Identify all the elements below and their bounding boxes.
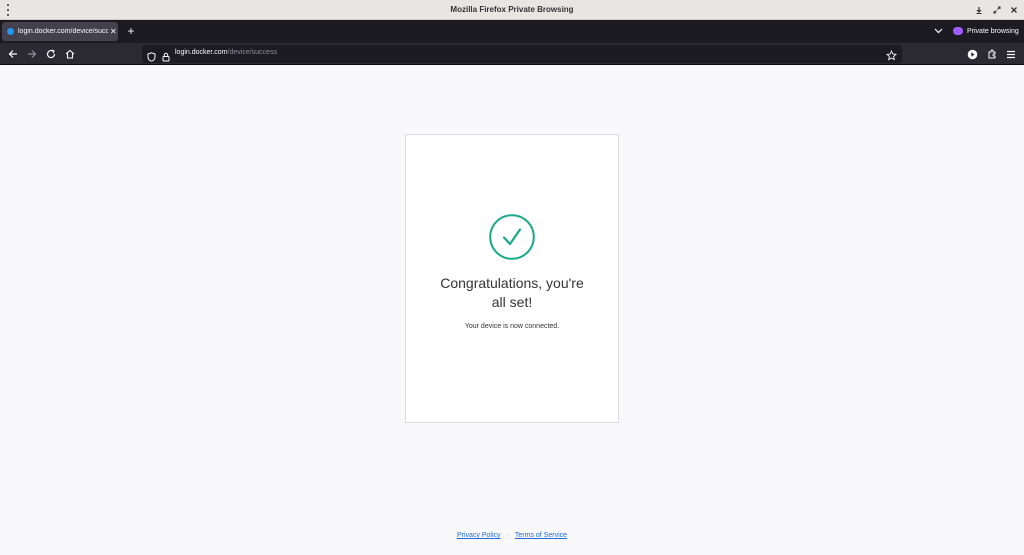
menu-dots-icon[interactable] <box>6 4 10 16</box>
navigation-toolbar: login.docker.com/device/success <box>0 43 1024 65</box>
url-path: /device/success <box>227 49 277 56</box>
url-domain: login.docker.com <box>175 49 228 56</box>
address-bar[interactable]: login.docker.com/device/success <box>142 45 902 63</box>
chevron-down-icon[interactable] <box>932 25 944 37</box>
tab-docker-login[interactable]: login.docker.com/device/success ✕ <box>2 22 118 41</box>
docker-favicon-icon <box>7 28 14 35</box>
private-mask-icon <box>953 27 963 35</box>
url-text[interactable]: login.docker.com/device/success <box>175 49 277 56</box>
close-icon[interactable] <box>1007 3 1021 17</box>
page-footer: Privacy Policy · Terms of Service <box>0 532 1024 539</box>
new-tab-button[interactable]: + <box>124 23 138 39</box>
private-browsing-label: Private browsing <box>967 27 1019 35</box>
home-icon[interactable] <box>63 47 77 61</box>
success-headline: Congratulations, you're all set! <box>440 275 584 310</box>
success-card: Congratulations, you're all set! Your de… <box>405 134 619 423</box>
tab-close-icon[interactable]: ✕ <box>110 27 117 36</box>
privacy-policy-link[interactable]: Privacy Policy <box>457 532 501 539</box>
window-titlebar: Mozilla Firefox Private Browsing <box>0 0 1024 20</box>
tab-title: login.docker.com/device/success <box>18 28 108 35</box>
lock-icon[interactable] <box>162 49 170 67</box>
private-browsing-indicator: Private browsing <box>953 24 1019 38</box>
maximize-icon[interactable] <box>990 3 1004 17</box>
shield-icon[interactable] <box>147 49 156 67</box>
window-title: Mozilla Firefox Private Browsing <box>450 5 574 14</box>
checkmark-icon <box>489 214 535 260</box>
star-icon[interactable] <box>885 48 898 66</box>
tab-strip: login.docker.com/device/success ✕ + Priv… <box>0 20 1024 43</box>
extension-icon[interactable] <box>985 47 999 61</box>
footer-separator: · <box>506 532 509 539</box>
reload-icon[interactable] <box>44 47 58 61</box>
terms-of-service-link[interactable]: Terms of Service <box>515 532 567 539</box>
minimize-icon[interactable] <box>972 3 986 17</box>
back-icon[interactable] <box>6 47 20 61</box>
success-message: Your device is now connected. <box>464 323 560 330</box>
forward-icon[interactable] <box>25 47 39 61</box>
hamburger-menu-icon[interactable] <box>1004 47 1018 61</box>
extension-play-icon[interactable] <box>965 47 979 61</box>
page-content: Congratulations, you're all set! Your de… <box>0 66 1024 555</box>
